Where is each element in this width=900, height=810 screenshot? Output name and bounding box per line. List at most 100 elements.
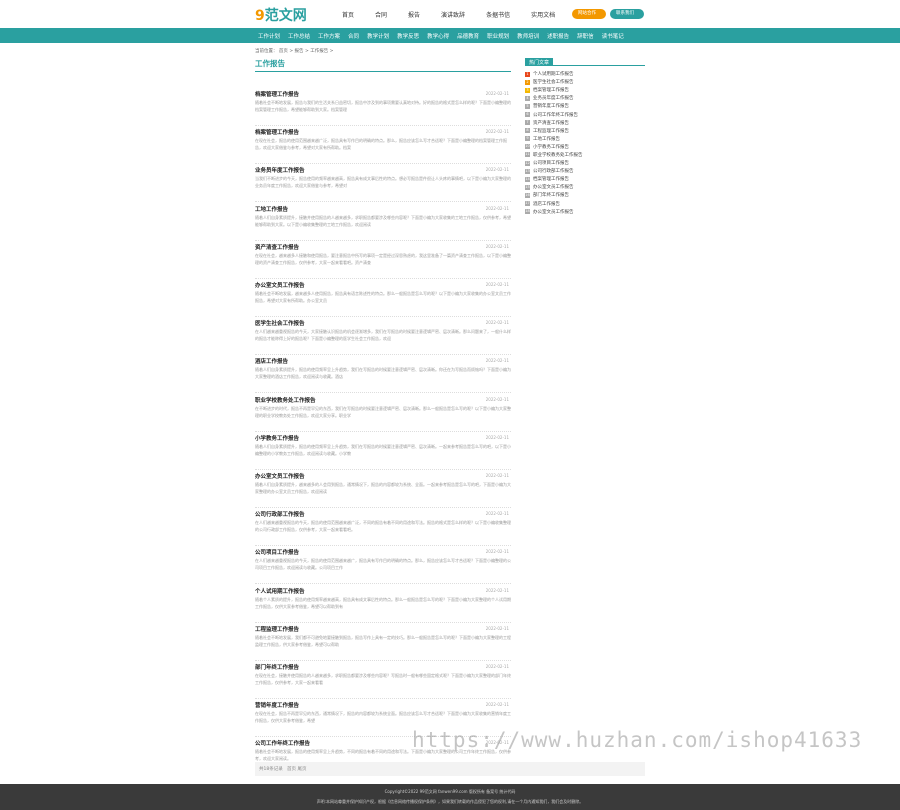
article-summary: 随着人们自身素质提升，接触并使用报告的人越来越多，求职报告都要涉及哪些内容呢？下… bbox=[255, 214, 511, 227]
top-nav-item[interactable]: 实用文档 bbox=[531, 10, 555, 19]
hot-article-item[interactable]: 14 档案管理工作报告 bbox=[525, 175, 645, 183]
header-buttons: 网站合作 联系我们 bbox=[572, 9, 648, 19]
article-title[interactable]: 酒店工作报告 bbox=[255, 357, 288, 365]
article-title[interactable]: 公司工作年终工作报告 bbox=[255, 739, 310, 747]
article-date: 2022-02-11 bbox=[485, 205, 509, 211]
article-summary: 在现在社会，越来越多人接触和使用报告，要注意报告中所写的事项一定是经过深思熟虑的… bbox=[255, 252, 511, 265]
article-title[interactable]: 业务员年度工作报告 bbox=[255, 166, 305, 174]
hot-article-item[interactable]: 3 档案管理工作报告 bbox=[525, 86, 645, 94]
article-title[interactable]: 工程监理工作报告 bbox=[255, 625, 299, 633]
hot-article-item[interactable]: 10 小学教务工作报告 bbox=[525, 143, 645, 151]
article-title[interactable]: 工地工作报告 bbox=[255, 205, 288, 213]
hot-article-item[interactable]: 8 工程监理工作报告 bbox=[525, 127, 645, 135]
hot-article-item[interactable]: 9 工地工作报告 bbox=[525, 135, 645, 143]
site-logo[interactable]: 9范文网 bbox=[255, 5, 307, 25]
article-title[interactable]: 资产清查工作报告 bbox=[255, 243, 299, 251]
list-item: 个人试用期工作报告 2022-02-11 随着个人素质的提升，报告的使用频率越来越高… bbox=[255, 587, 511, 623]
top-nav-item[interactable]: 条据书信 bbox=[486, 10, 510, 19]
category-bar: 工作计划 工作总结 工作方案 合同 教学计划 教学反思 教学心得 品德教育 职业规划 教师培训 述职… bbox=[0, 28, 900, 43]
category-item[interactable]: 品德教育 bbox=[457, 32, 479, 40]
article-summary: 随着社会不断地发展，越来越多人使用报告，报告具有语言陈述性的特点。那么一般报告是… bbox=[255, 291, 511, 303]
list-item: 档案管理工作报告 2022-02-11 随着社会不断地发展，报告与我们的生活关系日益… bbox=[255, 90, 511, 126]
category-item[interactable]: 工作计划 bbox=[258, 32, 280, 40]
sidebar: 热门文章 1 个人试用期工作报告 2 医学生社会工作报告 3 档案管理工作报告 4 业务员年度… bbox=[525, 58, 645, 216]
hot-article-item[interactable]: 13 公司行政部工作报告 bbox=[525, 167, 645, 175]
category-item[interactable]: 述职报告 bbox=[547, 32, 569, 40]
article-title[interactable]: 办公室文员工作报告 bbox=[255, 472, 305, 480]
article-title[interactable]: 营销年度工作报告 bbox=[255, 701, 299, 709]
list-item: 档案管理工作报告 2022-02-11 在现在社会，报告的使用范围越来越广泛，报告具… bbox=[255, 128, 511, 165]
hot-article-label: 工程监理工作报告 bbox=[533, 128, 569, 134]
article-list: 工作报告 档案管理工作报告 2022-02-11 随着社会不断地发展，报告与我们的生… bbox=[255, 58, 511, 776]
article-summary: 在现在社会，报告的使用范围越来越广泛，报告具有写作目的明确的特点。那么，报告应该… bbox=[255, 138, 507, 151]
hot-article-label: 办公室文员工作报告 bbox=[533, 209, 574, 215]
hot-article-label: 营销年度工作报告 bbox=[533, 104, 569, 110]
article-summary: 当我们不断进步的今天，报告使用的频率越来越高，报告具有成文事后性的特点。想必写报… bbox=[255, 176, 511, 189]
category-item[interactable]: 合同 bbox=[348, 32, 359, 40]
article-title[interactable]: 部门年终工作报告 bbox=[255, 663, 299, 671]
hot-article-label: 业务员年度工作报告 bbox=[533, 96, 574, 102]
article-summary: 随着人们自身素质提升，越来越多的人会用到报告，通常情况下，报告的内容都较为系统、… bbox=[255, 482, 511, 494]
article-date: 2022-02-11 bbox=[485, 396, 509, 402]
hot-article-item[interactable]: 12 公司项目工作报告 bbox=[525, 159, 645, 167]
category-item[interactable]: 职业规划 bbox=[487, 32, 509, 40]
list-item: 部门年终工作报告 2022-02-11 在现在社会，接触并使用报告的人越来越多，求职… bbox=[255, 663, 511, 699]
article-date: 2022-02-11 bbox=[485, 282, 509, 287]
rank-badge: 8 bbox=[525, 128, 530, 134]
hot-article-item[interactable]: 16 部门年终工作报告 bbox=[525, 191, 645, 199]
article-date: 2022-02-11 bbox=[485, 243, 509, 249]
hot-article-item[interactable]: 11 职业学校教务处工作报告 bbox=[525, 151, 645, 159]
article-date: 2022-02-11 bbox=[485, 702, 509, 708]
article-summary: 随着人们自身素质提升，报告的使用频率呈上升趋势，我们在写报告的时候要注意逻辑严密… bbox=[255, 367, 511, 380]
article-title[interactable]: 职业学校教务处工作报告 bbox=[255, 396, 316, 404]
article-title[interactable]: 公司项目工作报告 bbox=[255, 548, 299, 556]
rank-badge: 4 bbox=[525, 95, 530, 101]
hot-article-label: 资产清查工作报告 bbox=[533, 120, 569, 126]
category-item[interactable]: 工作总结 bbox=[288, 32, 310, 40]
hot-article-item[interactable]: 1 个人试用期工作报告 bbox=[525, 70, 645, 78]
list-item: 业务员年度工作报告 2022-02-11 当我们不断进步的今天，报告使用的频率越来越… bbox=[255, 166, 511, 203]
page-links[interactable]: 首页 尾页 bbox=[287, 767, 306, 772]
article-title[interactable]: 个人试用期工作报告 bbox=[255, 587, 305, 595]
cooperation-button[interactable]: 网站合作 bbox=[572, 9, 606, 19]
article-title[interactable]: 公司行政部工作报告 bbox=[255, 510, 305, 518]
hot-article-item[interactable]: 15 办公室文员工作报告 bbox=[525, 183, 645, 191]
rank-badge: 5 bbox=[525, 103, 530, 109]
hot-article-item[interactable]: 17 酒店工作报告 bbox=[525, 200, 645, 208]
rank-badge: 11 bbox=[525, 152, 530, 158]
hot-article-item[interactable]: 6 公司工作年终工作报告 bbox=[525, 110, 645, 118]
article-title[interactable]: 档案管理工作报告 bbox=[255, 90, 299, 98]
hot-article-label: 办公室文员工作报告 bbox=[533, 185, 574, 191]
category-item[interactable]: 教师培训 bbox=[517, 32, 539, 40]
hot-article-item[interactable]: 5 营销年度工作报告 bbox=[525, 102, 645, 110]
hot-article-label: 部门年终工作报告 bbox=[533, 193, 569, 199]
category-item[interactable]: 读书笔记 bbox=[602, 32, 624, 40]
article-title[interactable]: 小学教务工作报告 bbox=[255, 434, 299, 442]
top-nav-item[interactable]: 演讲致辞 bbox=[441, 10, 465, 19]
hot-article-item[interactable]: 4 业务员年度工作报告 bbox=[525, 94, 645, 102]
top-nav-item[interactable]: 首页 bbox=[342, 10, 354, 19]
category-item[interactable]: 辞职信 bbox=[577, 32, 594, 40]
hot-article-item[interactable]: 2 医学生社会工作报告 bbox=[525, 78, 645, 86]
category-item[interactable]: 教学计划 bbox=[367, 32, 389, 40]
hot-article-item[interactable]: 18 办公室文员工作报告 bbox=[525, 208, 645, 216]
hot-article-label: 医学生社会工作报告 bbox=[533, 80, 574, 86]
top-nav-item[interactable]: 合同 bbox=[375, 10, 387, 19]
category-item[interactable]: 教学反思 bbox=[397, 32, 419, 40]
page-title: 工作报告 bbox=[255, 58, 511, 72]
article-title[interactable]: 办公室文员工作报告 bbox=[255, 281, 305, 289]
hot-article-label: 个人试用期工作报告 bbox=[533, 72, 574, 78]
hot-article-item[interactable]: 7 资产清查工作报告 bbox=[525, 119, 645, 127]
article-date: 2022-02-11 bbox=[485, 473, 509, 478]
category-item[interactable]: 工作方案 bbox=[318, 32, 340, 40]
article-title[interactable]: 医学生社会工作报告 bbox=[255, 319, 305, 327]
rank-badge: 3 bbox=[525, 87, 530, 93]
rank-badge: 17 bbox=[525, 201, 530, 207]
list-item: 办公室文员工作报告 2022-02-11 随着人们自身素质提升，越来越多的人会用到报… bbox=[255, 472, 511, 508]
list-item: 医学生社会工作报告 2022-02-11 在人们越来越重视报告的今天，大家接触认识报… bbox=[255, 319, 511, 356]
contact-button[interactable]: 联系我们 bbox=[610, 9, 644, 19]
pagination: 共18条记录 首页 尾页 bbox=[255, 762, 645, 776]
article-title[interactable]: 档案管理工作报告 bbox=[255, 128, 299, 136]
category-item[interactable]: 教学心得 bbox=[427, 32, 449, 40]
top-nav-item[interactable]: 报告 bbox=[408, 10, 420, 19]
